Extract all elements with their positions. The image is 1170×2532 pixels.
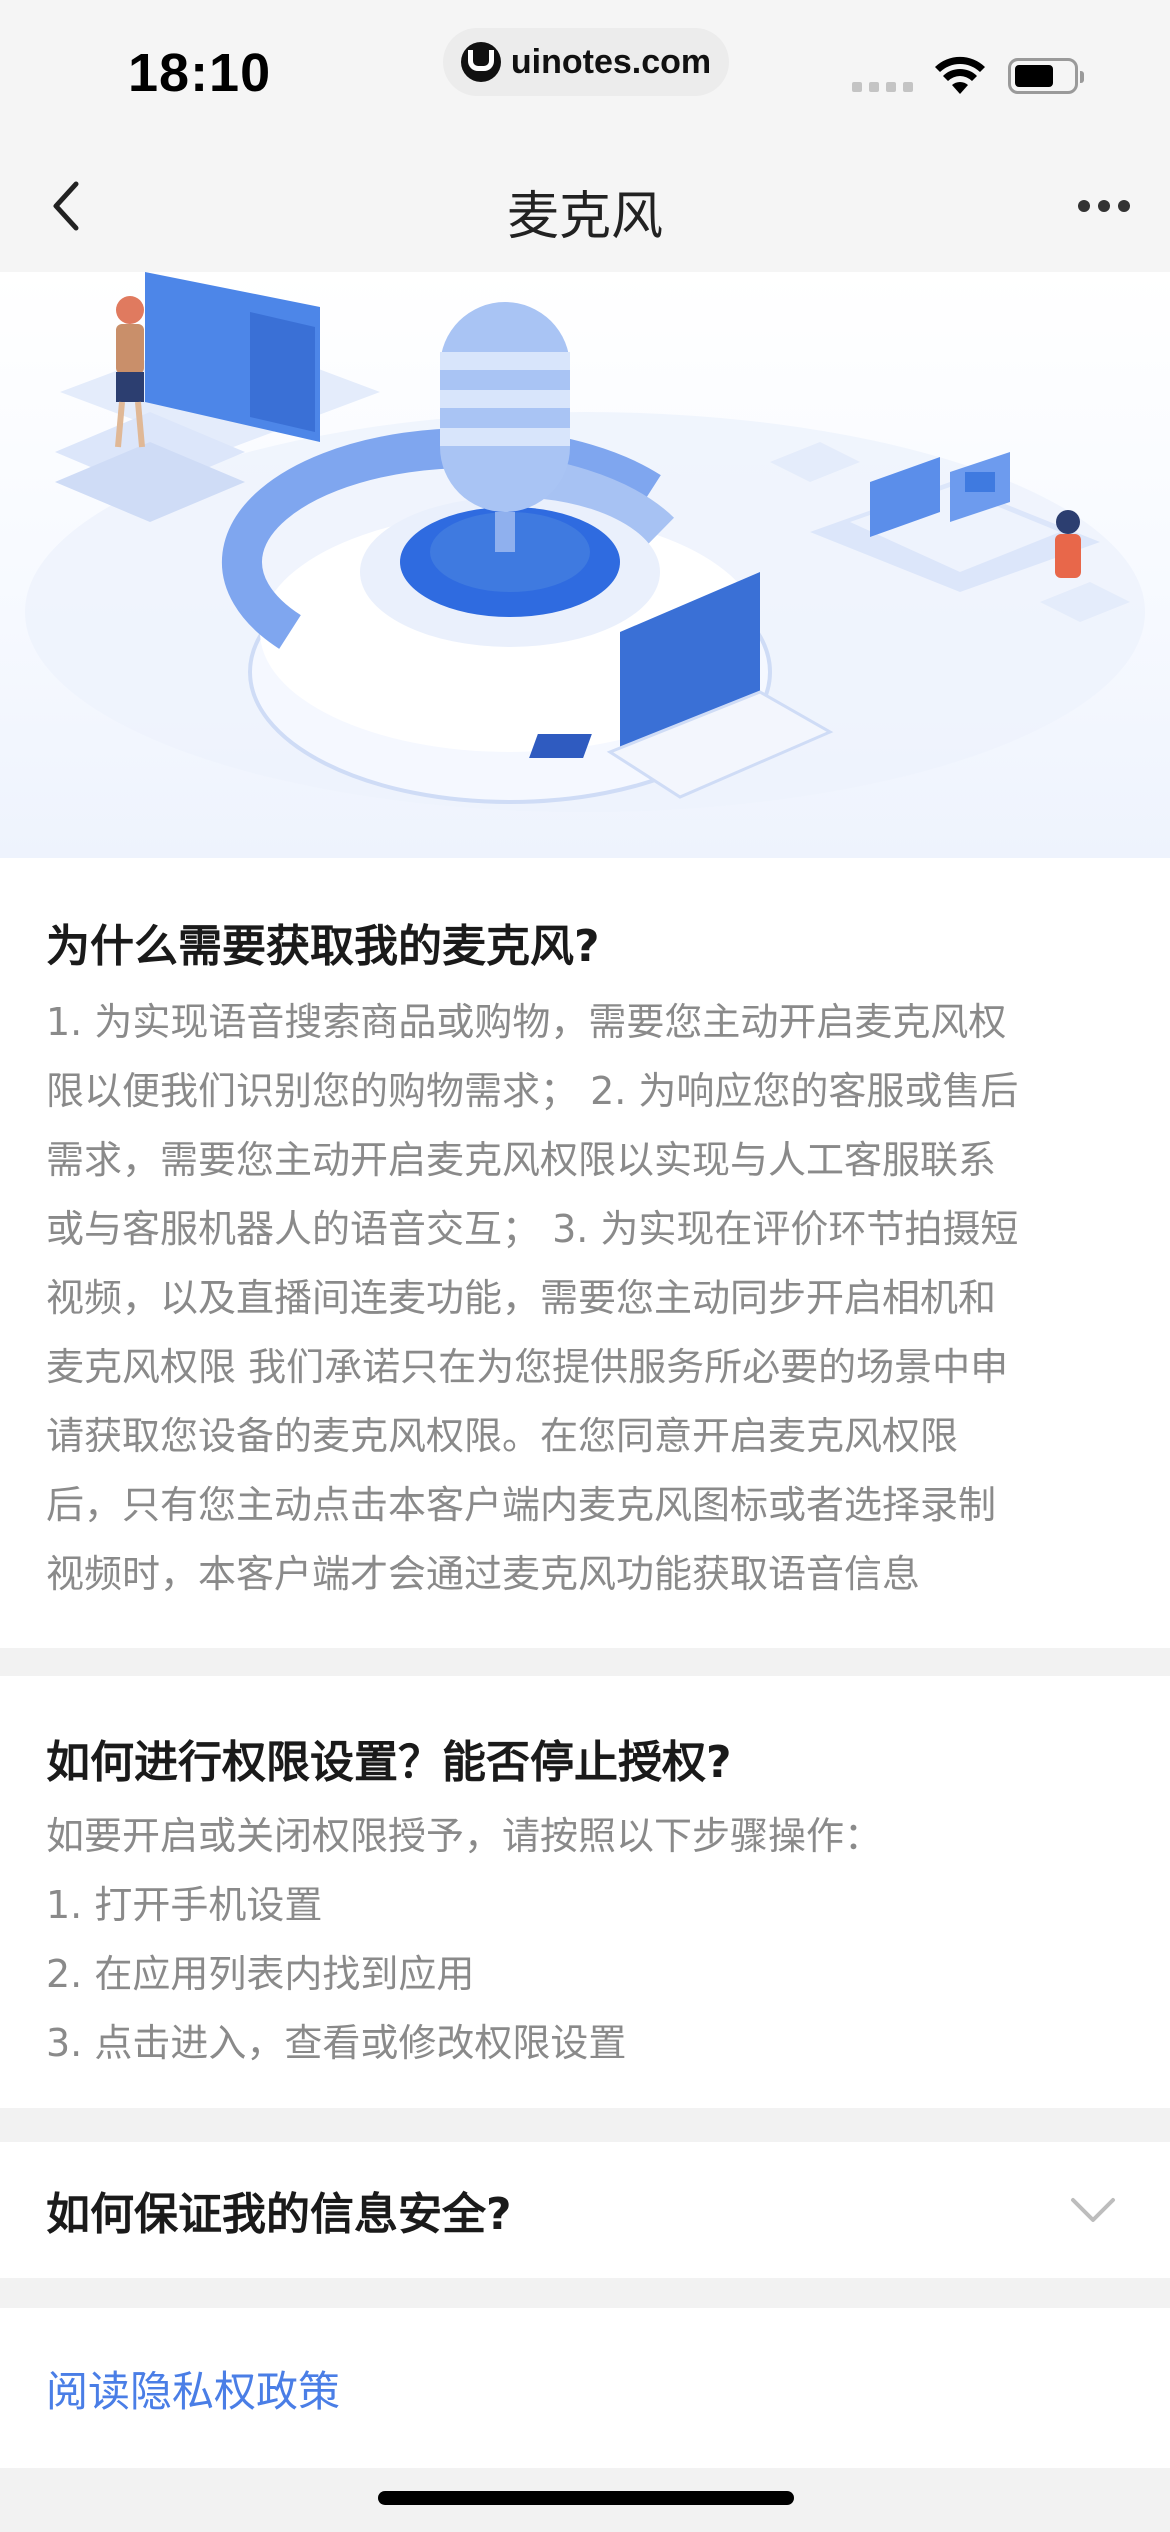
cellular-signal-icon	[852, 82, 913, 92]
why-line: 请获取您设备的麦克风权限。在您同意开启麦克风权限	[46, 1414, 959, 1458]
url-text: uinotes.com	[510, 42, 712, 81]
hero-illustration	[0, 272, 1170, 858]
why-line: 需求，需要您主动开启麦克风权限以实现与人工客服联系	[46, 1138, 997, 1182]
battery-icon	[1008, 58, 1084, 94]
why-line: 麦克风权限 我们承诺只在为您提供服务所必要的场景中申	[46, 1345, 1009, 1389]
page-title: 麦克风	[506, 187, 663, 247]
url-pill[interactable]: uinotes.com	[443, 28, 729, 96]
status-time: 18:10	[128, 43, 272, 103]
how-step: 2. 在应用列表内找到应用	[46, 1952, 475, 1996]
microphone-illustration	[25, 272, 1145, 812]
why-section: 为什么需要获取我的麦克风? 1. 为实现语音搜索商品或购物，需要您主动开启麦克风…	[0, 858, 1170, 1648]
why-line: 1. 为实现语音搜索商品或购物，需要您主动开启麦克风权	[46, 1000, 1007, 1044]
policy-section: 阅读隐私权政策	[0, 2308, 1170, 2468]
how-heading: 如何进行权限设置？能否停止授权?	[46, 1737, 732, 1788]
why-line: 视频时，本客户端才会通过麦克风功能获取语音信息	[46, 1552, 921, 1596]
wifi-icon	[935, 56, 985, 94]
why-line: 视频，以及直播间连麦功能，需要您主动同步开启相机和	[46, 1276, 997, 1320]
how-steps: 如要开启或关闭权限授予，请按照以下步骤操作： 1. 打开手机设置 2. 在应用列…	[46, 1802, 1124, 2078]
safety-section-toggle[interactable]: 如何保证我的信息安全?	[0, 2142, 1170, 2278]
chevron-down-icon	[1071, 2198, 1115, 2222]
why-line: 后，只有您主动点击本客户端内麦克风图标或者选择录制	[46, 1483, 997, 1527]
privacy-policy-link[interactable]: 阅读隐私权政策	[46, 2358, 340, 2419]
more-dots-icon	[1078, 200, 1090, 212]
how-step: 3. 点击进入，查看或修改权限设置	[46, 2021, 627, 2065]
why-line: 或与客服机器人的语音交互； 3. 为实现在评价环节拍摄短	[46, 1207, 1019, 1251]
site-logo-icon	[460, 42, 501, 82]
home-indicator[interactable]	[378, 2491, 794, 2505]
how-step: 1. 打开手机设置	[46, 1883, 323, 1927]
safety-heading: 如何保证我的信息安全?	[46, 2189, 512, 2240]
more-button[interactable]	[1068, 180, 1140, 232]
why-body: 1. 为实现语音搜索商品或购物，需要您主动开启麦克风权 限以便我们识别您的购物需…	[46, 988, 1124, 1609]
status-bar: 18:10 uinotes.com	[0, 0, 1170, 140]
why-line: 限以便我们识别您的购物需求； 2. 为响应您的客服或售后	[46, 1069, 1019, 1113]
how-section: 如何进行权限设置？能否停止授权? 如要开启或关闭权限授予，请按照以下步骤操作： …	[0, 1676, 1170, 2108]
how-intro: 如要开启或关闭权限授予，请按照以下步骤操作：	[46, 1814, 883, 1858]
nav-bar: 麦克风	[0, 140, 1170, 272]
why-heading: 为什么需要获取我的麦克风?	[46, 921, 600, 972]
